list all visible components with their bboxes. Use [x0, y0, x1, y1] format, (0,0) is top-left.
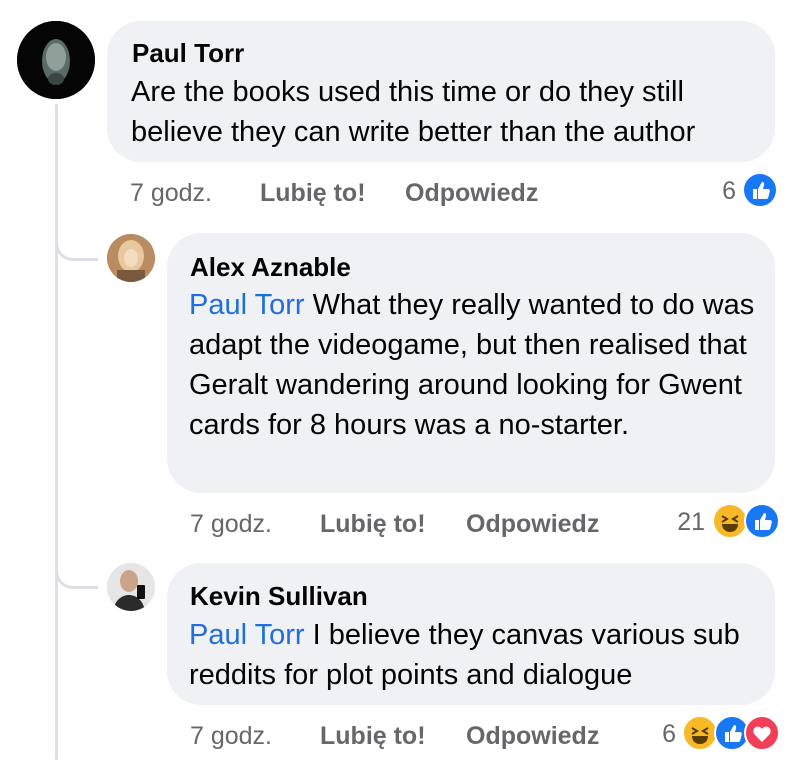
person-avatar-icon	[107, 234, 155, 282]
like-icon[interactable]	[742, 172, 778, 208]
mention-link[interactable]: Paul Torr	[189, 289, 305, 321]
reply-button[interactable]: Odpowiedz	[405, 179, 538, 208]
reaction-count[interactable]: 6	[640, 720, 676, 749]
haha-icon[interactable]	[682, 715, 718, 751]
reply-button[interactable]: Odpowiedz	[466, 510, 599, 539]
comment-text: Paul Torr I believe they canvas various …	[189, 615, 759, 695]
reply-connector	[55, 564, 98, 589]
thread-line	[55, 104, 58, 760]
comment-author[interactable]: Alex Aznable	[190, 252, 351, 283]
like-icon[interactable]	[744, 503, 780, 539]
like-button[interactable]: Lubię to!	[320, 510, 426, 539]
mention-link[interactable]: Paul Torr	[189, 619, 305, 651]
avatar[interactable]	[17, 21, 95, 99]
like-button[interactable]: Lubię to!	[320, 722, 426, 751]
like-button[interactable]: Lubię to!	[260, 179, 366, 208]
haha-icon[interactable]	[712, 503, 748, 539]
love-icon[interactable]	[744, 715, 780, 751]
person-avatar-icon	[107, 563, 155, 611]
alien-avatar-icon	[17, 21, 95, 99]
comment-bubble: Paul Torr Are the books used this time o…	[107, 21, 775, 162]
comment-text: Are the books used this time or do they …	[131, 76, 696, 148]
reply-connector	[55, 236, 98, 261]
comment-time[interactable]: 7 godz.	[130, 179, 212, 208]
comment-author[interactable]: Kevin Sullivan	[190, 581, 368, 612]
comment-bubble: Kevin Sullivan Paul Torr I believe they …	[167, 563, 775, 705]
reply-button[interactable]: Odpowiedz	[466, 722, 599, 751]
comment-author[interactable]: Paul Torr	[132, 38, 244, 69]
comment-text: Paul Torr What they really wanted to do …	[189, 285, 759, 445]
reaction-count[interactable]: 21	[665, 508, 705, 537]
reaction-count[interactable]: 6	[700, 177, 736, 206]
comment-time[interactable]: 7 godz.	[190, 510, 272, 539]
avatar[interactable]	[107, 234, 155, 282]
avatar[interactable]	[107, 563, 155, 611]
comment-bubble: Alex Aznable Paul Torr What they really …	[167, 233, 775, 493]
comment-time[interactable]: 7 godz.	[190, 722, 272, 751]
